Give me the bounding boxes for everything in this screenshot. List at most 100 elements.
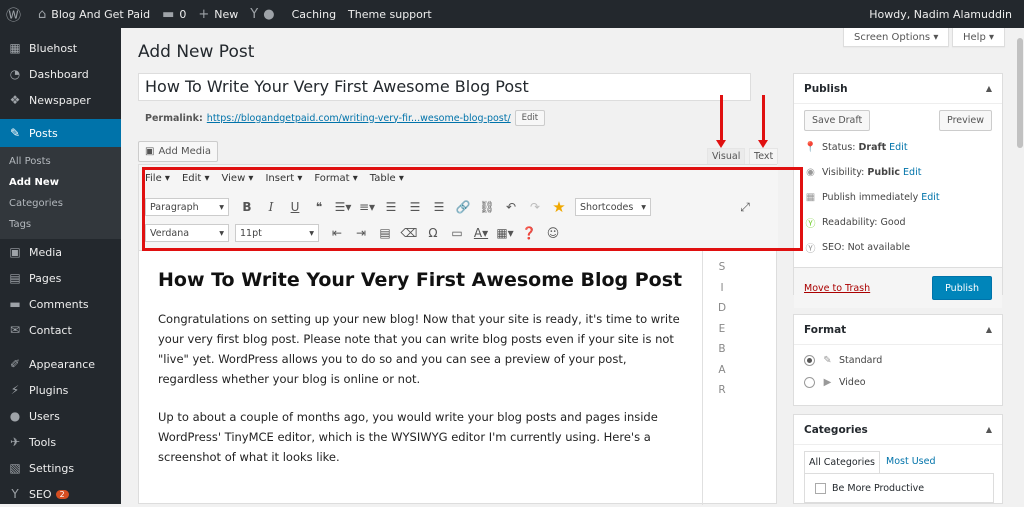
newspaper-icon: ❖ [9, 93, 21, 107]
sidebar-label: S I D E B A R [717, 261, 727, 396]
page-title: Add New Post [138, 42, 255, 62]
seo-icon: Y [11, 487, 19, 501]
main-content: Add New Post Screen Options ▾ Help ▾ How… [121, 28, 1024, 505]
permalink-label: Permalink: [145, 112, 203, 124]
readability-icon: Ⓨ [805, 219, 816, 230]
comments-link[interactable]: ▬ 0 [156, 0, 192, 28]
user-icon: ● [9, 409, 21, 423]
site-name-link[interactable]: ⌂ Blog And Get Paid [32, 0, 156, 28]
publish-panel: Publish ▲ Save Draft Preview 📍 Status: Dra… [793, 73, 1003, 308]
help-button[interactable]: Help ▾ [952, 28, 1005, 47]
brush-icon: ✐ [9, 357, 21, 371]
schedule-edit-link[interactable]: Edit [921, 192, 939, 203]
seo-row: Ⓨ SEO: Not available [805, 242, 911, 255]
status-edit-link[interactable]: Edit [889, 142, 907, 153]
sidebar-item-appearance[interactable]: ✐ Appearance [0, 351, 121, 377]
seo-badge: 2 [55, 489, 69, 499]
status-row: 📍 Status: Draft Edit [804, 142, 908, 153]
sidebar-item-dashboard[interactable]: ◔ Dashboard [0, 61, 121, 87]
post-title-input[interactable]: How To Write Your Very First Awesome Blo… [138, 73, 751, 101]
grid-icon: ▦ [9, 41, 21, 55]
annotation-arrow-text [758, 95, 768, 148]
post-paragraph-2: Up to about a couple of months ago, you … [158, 410, 658, 464]
user-greeting[interactable]: Howdy, Nadim Alamuddin [863, 0, 1024, 28]
visibility-row: ◉ Visibility: Public Edit [794, 160, 1002, 185]
caching-link[interactable]: Caching [286, 0, 342, 28]
sidebar-item-settings[interactable]: ▧ Settings [0, 455, 121, 481]
annotation-arrow-visual [716, 95, 726, 148]
format-standard-option[interactable]: ✎ Standard [794, 349, 1002, 371]
caret-up-icon: ▲ [985, 84, 992, 93]
category-item[interactable]: Be More Productive [804, 473, 994, 503]
sidebar-item-bluehost[interactable]: ▦ Bluehost [0, 35, 121, 61]
publish-button[interactable]: Publish [932, 276, 992, 300]
wordpress-icon[interactable]: Ⓦ [0, 0, 32, 28]
editor-box: File ▾ Edit ▾ View ▾ Insert ▾ Format ▾ T… [138, 164, 803, 505]
preview-button[interactable]: Preview [939, 110, 992, 131]
add-media-button[interactable]: ▣ Add Media [138, 141, 219, 162]
sidebar-item-contact[interactable]: ✉ Contact [0, 317, 121, 343]
tab-most-used[interactable]: Most Used [880, 451, 941, 473]
post-heading: How To Write Your Very First Awesome Blo… [158, 269, 683, 291]
comment-icon: ▬ [9, 297, 21, 311]
theme-support-link[interactable]: Theme support [342, 0, 438, 28]
tab-text[interactable]: Text [749, 148, 779, 164]
submenu-all-posts[interactable]: All Posts [0, 151, 121, 172]
editor-divider [702, 251, 703, 505]
comment-icon: ▬ [162, 6, 175, 22]
wrench-icon: ✈ [9, 435, 21, 449]
submenu-tags[interactable]: Tags [0, 214, 121, 235]
categories-panel: Categories ▲ All Categories Most Used Be … [793, 414, 1003, 504]
publish-panel-header[interactable]: Publish ▲ [794, 74, 1002, 104]
radio-standard[interactable] [804, 354, 815, 366]
categories-panel-header[interactable]: Categories ▲ [794, 415, 1002, 445]
plug-icon: ⚡ [10, 383, 20, 397]
sidebar-item-media[interactable]: ▣ Media [0, 239, 121, 265]
radio-video[interactable] [804, 376, 815, 388]
caret-up-icon: ▲ [985, 425, 992, 434]
category-checkbox[interactable] [815, 482, 826, 494]
format-panel: Format ▲ ✎ Standard ▶ Video [793, 314, 1003, 406]
sidebar-item-users[interactable]: ● Users [0, 403, 121, 429]
sidebar-item-comments[interactable]: ▬ Comments [0, 291, 121, 317]
new-content-link[interactable]: + New [192, 0, 244, 28]
visibility-edit-link[interactable]: Edit [903, 167, 921, 178]
move-to-trash-link[interactable]: Move to Trash [804, 283, 870, 294]
seo-admin-icon[interactable]: Y ● [244, 0, 285, 28]
permalink-edit-button[interactable]: Edit [514, 110, 546, 126]
readability-row: Ⓨ Readability: Good [805, 217, 906, 230]
sidebar-item-tools[interactable]: ✈ Tools [0, 429, 121, 455]
pin-icon: 📍 [804, 142, 817, 153]
sidebar-item-seo[interactable]: Y SEO 2 [0, 481, 121, 507]
post-paragraph-1: Congratulations on setting up your new b… [158, 312, 680, 386]
editor-content[interactable]: How To Write Your Very First Awesome Blo… [158, 269, 688, 485]
permalink-row: Permalink: https://blogandgetpaid.com/wr… [145, 110, 546, 126]
save-draft-button[interactable]: Save Draft [804, 110, 871, 131]
video-icon: ▶ [823, 376, 832, 388]
sidebar-item-pages[interactable]: ▤ Pages [0, 265, 121, 291]
media-icon: ▣ [9, 245, 21, 259]
mail-icon: ✉ [9, 323, 21, 337]
scrollbar-thumb[interactable] [1017, 38, 1023, 148]
caret-up-icon: ▲ [985, 325, 992, 334]
submenu-categories[interactable]: Categories [0, 193, 121, 214]
home-icon: ⌂ [38, 6, 47, 22]
tab-visual[interactable]: Visual [707, 148, 746, 164]
sidebar-item-posts[interactable]: ✎ Posts [0, 119, 121, 147]
calendar-icon: ▦ [805, 192, 816, 203]
format-video-option[interactable]: ▶ Video [794, 371, 1002, 393]
eye-icon: ◉ [806, 167, 815, 178]
sidebar-item-plugins[interactable]: ⚡ Plugins [0, 377, 121, 403]
seo-icon: Ⓨ [805, 244, 816, 255]
admin-bar: Ⓦ ⌂ Blog And Get Paid ▬ 0 + New Y ● Caching … [0, 0, 1024, 28]
admin-sidebar: ▦ Bluehost ◔ Dashboard ❖ Newspaper ✎ Posts A… [0, 28, 121, 504]
permalink-link[interactable]: https://blogandgetpaid.com/writing-very-… [207, 113, 511, 124]
submenu-add-new[interactable]: Add New [0, 172, 121, 193]
tab-all-categories[interactable]: All Categories [804, 451, 881, 473]
scrollbar[interactable] [1016, 28, 1024, 504]
pin-icon: ✎ [823, 354, 832, 366]
screen-options-button[interactable]: Screen Options ▾ [843, 28, 950, 47]
plus-icon: + [198, 6, 210, 22]
format-panel-header[interactable]: Format ▲ [794, 315, 1002, 345]
sidebar-item-newspaper[interactable]: ❖ Newspaper [0, 87, 121, 113]
